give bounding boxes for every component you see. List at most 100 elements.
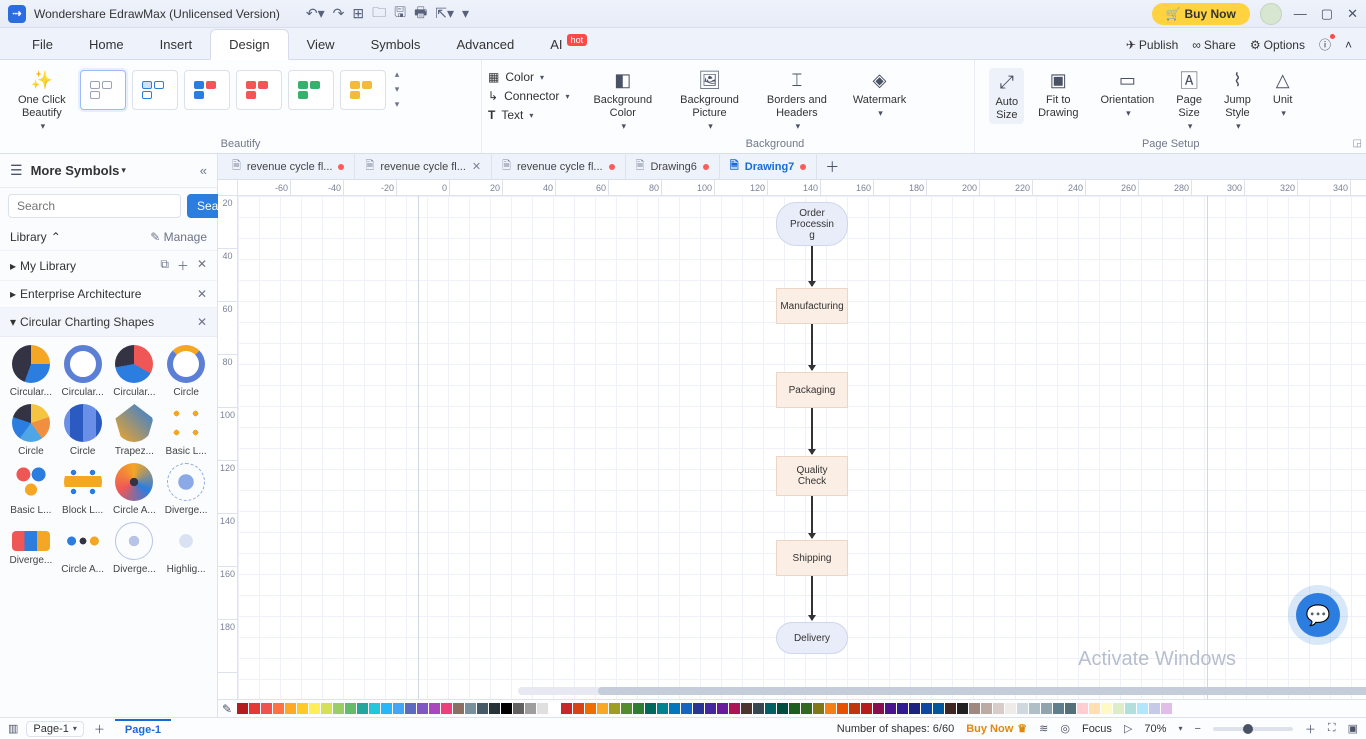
document-tab[interactable]: 🗎revenue cycle fl...✕ — [355, 153, 492, 180]
unit-button[interactable]: △Unit▾ — [1269, 68, 1297, 119]
page-size-button[interactable]: 🄰Page Size▾ — [1172, 68, 1206, 132]
color-swatch[interactable] — [525, 703, 536, 714]
jump-style-button[interactable]: ⌇Jump Style▾ — [1220, 68, 1255, 132]
sidebar-collapse-icon[interactable]: « — [200, 163, 207, 178]
color-swatch[interactable] — [921, 703, 932, 714]
add-page-icon[interactable]: ＋ — [94, 721, 105, 737]
canvas[interactable]: Order Processin g Manufacturing Packagin… — [238, 196, 1366, 699]
color-swatch[interactable] — [717, 703, 728, 714]
shape-library-item[interactable]: Diverge... — [112, 522, 158, 575]
shape-shipping[interactable]: Shipping — [776, 540, 848, 576]
page-tab[interactable]: Page-1 — [115, 719, 171, 739]
color-swatch[interactable] — [813, 703, 824, 714]
color-swatch[interactable] — [477, 703, 488, 714]
add-tab-icon[interactable]: ＋ — [817, 153, 847, 181]
shape-library-item[interactable]: Diverge... — [8, 522, 54, 575]
theme-preset-4[interactable] — [236, 70, 282, 110]
horizontal-scrollbar[interactable] — [518, 687, 1306, 695]
color-swatch[interactable] — [309, 703, 320, 714]
color-swatch[interactable] — [993, 703, 1004, 714]
status-buy-now[interactable]: Buy Now ♛ — [966, 722, 1027, 735]
orientation-button[interactable]: ▭Orientation▾ — [1096, 68, 1158, 119]
qat-more-icon[interactable]: ▾ — [462, 5, 469, 22]
shape-library-item[interactable]: Diverge... — [163, 463, 209, 516]
theme-preset-1[interactable] — [80, 70, 126, 110]
focus-icon[interactable]: ◎ — [1060, 722, 1070, 735]
mylib-add-icon[interactable]: ＋ — [177, 257, 189, 274]
menu-view[interactable]: View — [289, 30, 353, 59]
color-swatch[interactable] — [1041, 703, 1052, 714]
color-swatch[interactable] — [429, 703, 440, 714]
color-swatch[interactable] — [861, 703, 872, 714]
color-swatch[interactable] — [1017, 703, 1028, 714]
shape-delivery[interactable]: Delivery — [776, 622, 848, 654]
shape-library-item[interactable]: Block L... — [60, 463, 106, 516]
shape-quality-check[interactable]: Quality Check — [776, 456, 848, 496]
color-swatch[interactable] — [897, 703, 908, 714]
color-swatch[interactable] — [693, 703, 704, 714]
color-swatch[interactable] — [1029, 703, 1040, 714]
color-swatch[interactable] — [453, 703, 464, 714]
color-swatch[interactable] — [789, 703, 800, 714]
close-icon[interactable]: ✕ — [1347, 6, 1358, 22]
manage-button[interactable]: ✎ Manage — [150, 230, 207, 244]
color-swatch[interactable] — [561, 703, 572, 714]
sidebar-title-caret-icon[interactable]: ▾ — [121, 165, 126, 176]
color-swatch[interactable] — [405, 703, 416, 714]
color-swatch[interactable] — [1113, 703, 1124, 714]
background-picture-button[interactable]: 🖼Background Picture▾ — [676, 68, 743, 132]
color-swatch[interactable] — [345, 703, 356, 714]
connector-arrow[interactable] — [811, 246, 813, 286]
color-swatch[interactable] — [489, 703, 500, 714]
color-swatch[interactable] — [1077, 703, 1088, 714]
color-swatch[interactable] — [597, 703, 608, 714]
color-swatch[interactable] — [729, 703, 740, 714]
menu-advanced[interactable]: Advanced — [438, 30, 532, 59]
library-up-icon[interactable]: ⌃ — [51, 230, 61, 244]
color-swatch[interactable] — [765, 703, 776, 714]
redo-icon[interactable]: ↷ — [333, 5, 345, 22]
color-swatch[interactable] — [981, 703, 992, 714]
eyedropper-icon[interactable]: ✎ — [222, 702, 232, 716]
shape-library-item[interactable]: Circular... — [8, 345, 54, 398]
theme-preset-3[interactable] — [184, 70, 230, 110]
page-setup-expand-icon[interactable]: ◲ — [1353, 138, 1362, 149]
layers-icon[interactable]: ≋ — [1039, 722, 1048, 735]
color-swatch[interactable] — [1161, 703, 1172, 714]
color-swatch[interactable] — [645, 703, 656, 714]
share-button[interactable]: ∞ Share — [1192, 38, 1236, 52]
connector-dropdown[interactable]: ↳ Connector▾ — [488, 89, 569, 103]
color-swatch[interactable] — [777, 703, 788, 714]
theme-preset-6[interactable] — [340, 70, 386, 110]
section-close-icon[interactable]: ✕ — [197, 315, 207, 329]
document-tab[interactable]: 🗎revenue cycle fl... — [222, 153, 355, 180]
color-swatch[interactable] — [669, 703, 680, 714]
help-icon[interactable]: ⓘ — [1319, 36, 1331, 53]
zoom-out-icon[interactable]: − — [1194, 723, 1200, 735]
document-tab[interactable]: 🗎Drawing7 — [720, 153, 817, 180]
color-swatch[interactable] — [741, 703, 752, 714]
maximize-icon[interactable]: ▢ — [1321, 6, 1333, 22]
connector-arrow[interactable] — [811, 324, 813, 370]
color-swatch[interactable] — [957, 703, 968, 714]
menu-insert[interactable]: Insert — [142, 30, 211, 59]
theme-more-icon[interactable]: ▾ — [394, 98, 401, 111]
fit-width-icon[interactable]: ▣ — [1348, 722, 1358, 735]
color-swatch[interactable] — [1053, 703, 1064, 714]
color-swatch[interactable] — [1137, 703, 1148, 714]
tree-caret-icon[interactable]: ▸ — [10, 259, 16, 273]
connector-arrow[interactable] — [811, 496, 813, 538]
color-swatch[interactable] — [357, 703, 368, 714]
one-click-beautify-button[interactable]: ✨ One Click Beautify ▾ — [14, 68, 70, 132]
fullscreen-icon[interactable]: ⛶ — [1328, 722, 1336, 735]
shape-library-item[interactable]: Circle — [163, 345, 209, 398]
collapse-ribbon-icon[interactable]: ˄ — [1345, 38, 1352, 52]
assistant-fab[interactable]: 💬 — [1296, 593, 1340, 637]
open-icon[interactable]: 🗀 — [372, 2, 386, 26]
color-swatch[interactable] — [549, 703, 560, 714]
options-button[interactable]: ⚙ Options — [1250, 38, 1305, 52]
color-swatch[interactable] — [1101, 703, 1112, 714]
print-icon[interactable]: 🖶 — [414, 2, 427, 26]
background-color-button[interactable]: ◧Background Color▾ — [589, 68, 656, 132]
text-dropdown[interactable]: T Text▾ — [488, 108, 569, 122]
